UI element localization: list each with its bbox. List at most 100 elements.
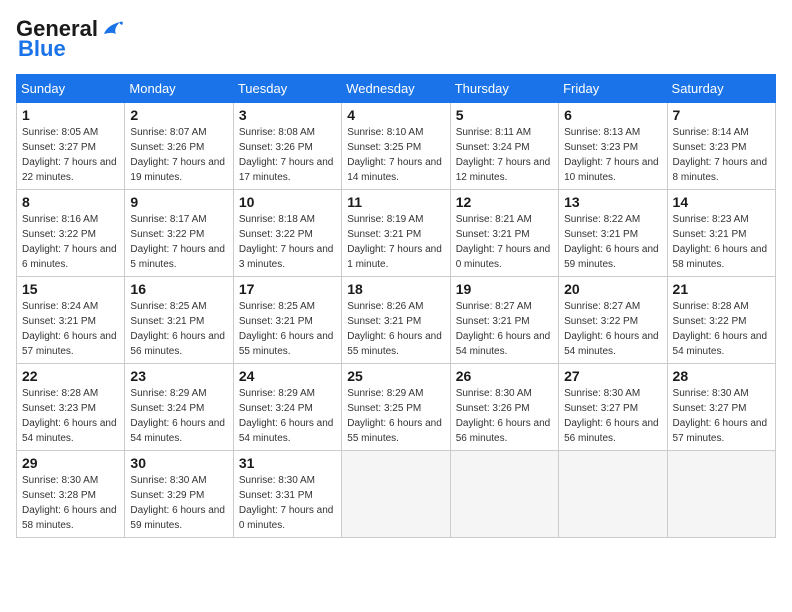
day-info: Sunrise: 8:25 AMSunset: 3:21 PMDaylight:…: [130, 301, 225, 357]
weekday-header: Wednesday: [342, 75, 450, 103]
calendar-cell: 22 Sunrise: 8:28 AMSunset: 3:23 PMDaylig…: [17, 364, 125, 451]
day-info: Sunrise: 8:27 AMSunset: 3:22 PMDaylight:…: [564, 301, 659, 357]
day-number: 17: [239, 281, 336, 297]
day-number: 21: [673, 281, 770, 297]
calendar: SundayMondayTuesdayWednesdayThursdayFrid…: [16, 74, 776, 538]
day-info: Sunrise: 8:11 AMSunset: 3:24 PMDaylight:…: [456, 127, 551, 183]
calendar-cell: 12 Sunrise: 8:21 AMSunset: 3:21 PMDaylig…: [450, 190, 558, 277]
day-number: 15: [22, 281, 119, 297]
calendar-cell: 7 Sunrise: 8:14 AMSunset: 3:23 PMDayligh…: [667, 103, 775, 190]
day-info: Sunrise: 8:30 AMSunset: 3:27 PMDaylight:…: [673, 388, 768, 444]
day-number: 14: [673, 194, 770, 210]
calendar-cell: 17 Sunrise: 8:25 AMSunset: 3:21 PMDaylig…: [233, 277, 341, 364]
calendar-cell: 5 Sunrise: 8:11 AMSunset: 3:24 PMDayligh…: [450, 103, 558, 190]
day-number: 13: [564, 194, 661, 210]
day-info: Sunrise: 8:28 AMSunset: 3:22 PMDaylight:…: [673, 301, 768, 357]
calendar-cell: 15 Sunrise: 8:24 AMSunset: 3:21 PMDaylig…: [17, 277, 125, 364]
day-number: 6: [564, 107, 661, 123]
day-number: 12: [456, 194, 553, 210]
calendar-week-row: 1 Sunrise: 8:05 AMSunset: 3:27 PMDayligh…: [17, 103, 776, 190]
day-number: 25: [347, 368, 444, 384]
day-info: Sunrise: 8:14 AMSunset: 3:23 PMDaylight:…: [673, 127, 768, 183]
day-number: 31: [239, 455, 336, 471]
day-info: Sunrise: 8:17 AMSunset: 3:22 PMDaylight:…: [130, 214, 225, 270]
day-number: 10: [239, 194, 336, 210]
day-info: Sunrise: 8:26 AMSunset: 3:21 PMDaylight:…: [347, 301, 442, 357]
day-info: Sunrise: 8:21 AMSunset: 3:21 PMDaylight:…: [456, 214, 551, 270]
day-number: 8: [22, 194, 119, 210]
day-info: Sunrise: 8:30 AMSunset: 3:27 PMDaylight:…: [564, 388, 659, 444]
day-info: Sunrise: 8:30 AMSunset: 3:28 PMDaylight:…: [22, 475, 117, 531]
day-info: Sunrise: 8:10 AMSunset: 3:25 PMDaylight:…: [347, 127, 442, 183]
day-info: Sunrise: 8:28 AMSunset: 3:23 PMDaylight:…: [22, 388, 117, 444]
calendar-cell: 2 Sunrise: 8:07 AMSunset: 3:26 PMDayligh…: [125, 103, 233, 190]
calendar-week-row: 22 Sunrise: 8:28 AMSunset: 3:23 PMDaylig…: [17, 364, 776, 451]
day-number: 23: [130, 368, 227, 384]
weekday-header: Sunday: [17, 75, 125, 103]
calendar-cell: 27 Sunrise: 8:30 AMSunset: 3:27 PMDaylig…: [559, 364, 667, 451]
day-info: Sunrise: 8:24 AMSunset: 3:21 PMDaylight:…: [22, 301, 117, 357]
calendar-cell: 29 Sunrise: 8:30 AMSunset: 3:28 PMDaylig…: [17, 451, 125, 538]
calendar-cell: 26 Sunrise: 8:30 AMSunset: 3:26 PMDaylig…: [450, 364, 558, 451]
day-info: Sunrise: 8:13 AMSunset: 3:23 PMDaylight:…: [564, 127, 659, 183]
calendar-cell: [342, 451, 450, 538]
day-info: Sunrise: 8:05 AMSunset: 3:27 PMDaylight:…: [22, 127, 117, 183]
calendar-week-row: 8 Sunrise: 8:16 AMSunset: 3:22 PMDayligh…: [17, 190, 776, 277]
calendar-cell: [450, 451, 558, 538]
day-info: Sunrise: 8:29 AMSunset: 3:24 PMDaylight:…: [239, 388, 334, 444]
day-number: 24: [239, 368, 336, 384]
day-number: 16: [130, 281, 227, 297]
day-info: Sunrise: 8:30 AMSunset: 3:31 PMDaylight:…: [239, 475, 334, 531]
day-info: Sunrise: 8:29 AMSunset: 3:25 PMDaylight:…: [347, 388, 442, 444]
day-number: 28: [673, 368, 770, 384]
day-info: Sunrise: 8:07 AMSunset: 3:26 PMDaylight:…: [130, 127, 225, 183]
day-number: 3: [239, 107, 336, 123]
day-number: 7: [673, 107, 770, 123]
calendar-cell: 1 Sunrise: 8:05 AMSunset: 3:27 PMDayligh…: [17, 103, 125, 190]
calendar-cell: 18 Sunrise: 8:26 AMSunset: 3:21 PMDaylig…: [342, 277, 450, 364]
calendar-cell: 3 Sunrise: 8:08 AMSunset: 3:26 PMDayligh…: [233, 103, 341, 190]
weekday-header: Monday: [125, 75, 233, 103]
day-number: 19: [456, 281, 553, 297]
calendar-week-row: 15 Sunrise: 8:24 AMSunset: 3:21 PMDaylig…: [17, 277, 776, 364]
day-info: Sunrise: 8:19 AMSunset: 3:21 PMDaylight:…: [347, 214, 442, 270]
day-number: 30: [130, 455, 227, 471]
logo: General Blue: [16, 16, 124, 62]
weekday-header: Saturday: [667, 75, 775, 103]
weekday-header-row: SundayMondayTuesdayWednesdayThursdayFrid…: [17, 75, 776, 103]
day-number: 20: [564, 281, 661, 297]
calendar-cell: 21 Sunrise: 8:28 AMSunset: 3:22 PMDaylig…: [667, 277, 775, 364]
day-info: Sunrise: 8:30 AMSunset: 3:26 PMDaylight:…: [456, 388, 551, 444]
day-info: Sunrise: 8:29 AMSunset: 3:24 PMDaylight:…: [130, 388, 225, 444]
day-info: Sunrise: 8:16 AMSunset: 3:22 PMDaylight:…: [22, 214, 117, 270]
day-number: 1: [22, 107, 119, 123]
day-info: Sunrise: 8:22 AMSunset: 3:21 PMDaylight:…: [564, 214, 659, 270]
day-number: 5: [456, 107, 553, 123]
calendar-cell: [667, 451, 775, 538]
calendar-cell: 20 Sunrise: 8:27 AMSunset: 3:22 PMDaylig…: [559, 277, 667, 364]
day-number: 11: [347, 194, 444, 210]
calendar-cell: 24 Sunrise: 8:29 AMSunset: 3:24 PMDaylig…: [233, 364, 341, 451]
weekday-header: Tuesday: [233, 75, 341, 103]
calendar-cell: 4 Sunrise: 8:10 AMSunset: 3:25 PMDayligh…: [342, 103, 450, 190]
day-number: 9: [130, 194, 227, 210]
calendar-cell: 11 Sunrise: 8:19 AMSunset: 3:21 PMDaylig…: [342, 190, 450, 277]
day-info: Sunrise: 8:23 AMSunset: 3:21 PMDaylight:…: [673, 214, 768, 270]
calendar-cell: 25 Sunrise: 8:29 AMSunset: 3:25 PMDaylig…: [342, 364, 450, 451]
calendar-cell: 19 Sunrise: 8:27 AMSunset: 3:21 PMDaylig…: [450, 277, 558, 364]
day-number: 18: [347, 281, 444, 297]
calendar-cell: [559, 451, 667, 538]
day-info: Sunrise: 8:30 AMSunset: 3:29 PMDaylight:…: [130, 475, 225, 531]
day-number: 29: [22, 455, 119, 471]
day-number: 27: [564, 368, 661, 384]
calendar-cell: 28 Sunrise: 8:30 AMSunset: 3:27 PMDaylig…: [667, 364, 775, 451]
header: General Blue: [16, 16, 776, 62]
day-number: 22: [22, 368, 119, 384]
calendar-cell: 10 Sunrise: 8:18 AMSunset: 3:22 PMDaylig…: [233, 190, 341, 277]
calendar-cell: 13 Sunrise: 8:22 AMSunset: 3:21 PMDaylig…: [559, 190, 667, 277]
calendar-week-row: 29 Sunrise: 8:30 AMSunset: 3:28 PMDaylig…: [17, 451, 776, 538]
logo-blue-text: Blue: [18, 36, 66, 62]
bird-icon: [102, 20, 124, 38]
day-number: 26: [456, 368, 553, 384]
calendar-cell: 8 Sunrise: 8:16 AMSunset: 3:22 PMDayligh…: [17, 190, 125, 277]
